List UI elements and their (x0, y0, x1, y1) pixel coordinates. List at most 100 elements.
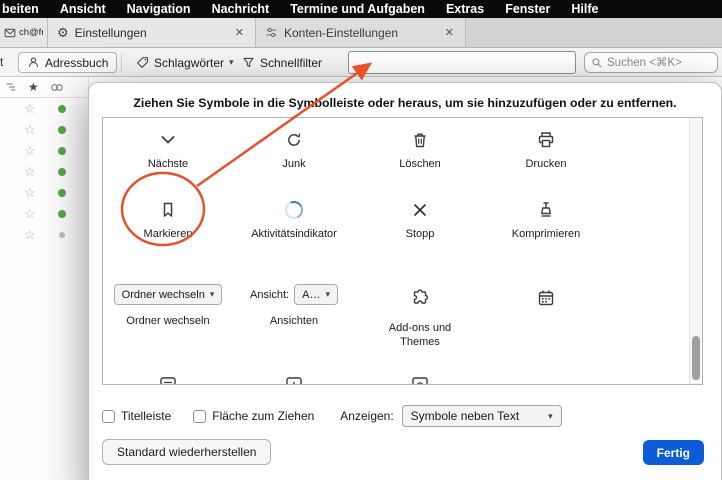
toolbar-item-ordner-wechseln[interactable]: Ordner wechseln ▾ Ordner wechseln (105, 282, 231, 370)
menu-item-bearbeiten[interactable]: beiten (2, 2, 39, 16)
menu-item-extras[interactable]: Extras (446, 2, 484, 16)
clipped-toolbar-button[interactable]: t (0, 55, 9, 69)
menu-item-nachricht[interactable]: Nachricht (212, 2, 270, 16)
menu-item-hilfe[interactable]: Hilfe (571, 2, 598, 16)
star-icon[interactable]: ☆ (24, 123, 36, 136)
scrollbar-thumb[interactable] (692, 336, 700, 380)
tags-dropdown-button[interactable]: Schlagwörter ▾ (136, 52, 234, 73)
toolbar-item-aktivitaetsindikator[interactable]: Aktivitätsindikator (231, 194, 357, 282)
view-select-prefix: Ansicht: (250, 289, 289, 301)
menu-item-navigation[interactable]: Navigation (127, 2, 191, 16)
activity-spinner-icon (285, 196, 303, 224)
calendar-icon (535, 284, 557, 312)
toolbar-item-komprimieren[interactable]: Komprimieren (483, 194, 609, 282)
puzzle-icon (409, 284, 431, 312)
message-row[interactable]: ☆ (0, 140, 88, 161)
toolbar-item-partial-2[interactable] (231, 370, 357, 385)
show-mode-label: Anzeigen: (340, 409, 393, 423)
toolbar-item-ansichten[interactable]: Ansicht: A… ▾ Ansichten (231, 282, 357, 370)
show-mode-select[interactable]: Symbole neben Text ▾ (402, 405, 562, 427)
search-box (584, 52, 718, 73)
card-lines-icon (157, 372, 179, 385)
message-row[interactable]: ☆ (0, 161, 88, 182)
star-icon[interactable]: ☆ (24, 186, 36, 199)
message-row[interactable]: ☆ (0, 119, 88, 140)
titlebar-checkbox-label: Titelleiste (121, 409, 171, 423)
star-icon[interactable]: ☆ (24, 165, 36, 178)
gear-icon: ⚙ (57, 26, 69, 39)
quickfilter-button[interactable]: Schnellfilter (242, 52, 322, 73)
tab-account-settings[interactable]: Konten-Einstellungen ✕ (256, 18, 466, 47)
checkbox-icon[interactable] (102, 410, 115, 423)
account-settings-icon (265, 26, 278, 39)
titlebar-checkbox[interactable]: Titelleiste (102, 409, 171, 423)
restore-defaults-button[interactable]: Standard wiederherstellen (102, 439, 271, 465)
toolbar-item-drucken[interactable]: Drucken (483, 124, 609, 194)
dragspace-checkbox[interactable]: Fläche zum Ziehen (193, 409, 314, 423)
main-toolbar: t Adressbuch Schlagwörter ▾ Schnellfilte… (0, 48, 722, 77)
folder-select[interactable]: Ordner wechseln ▾ (114, 284, 223, 305)
stop-x-icon (409, 196, 431, 224)
message-row[interactable]: ☆ (0, 203, 88, 224)
toolbar-item-naechste[interactable]: Nächste (105, 124, 231, 194)
message-row[interactable]: ☆ (0, 182, 88, 203)
toolbar-item-markieren[interactable]: Markieren (105, 194, 231, 282)
toolbar-item-junk[interactable]: Junk (231, 124, 357, 194)
app-window: beiten Ansicht Navigation Nachricht Term… (0, 0, 722, 480)
tab-mail-account[interactable]: ch@free (0, 18, 48, 47)
message-row[interactable]: ☆ (0, 224, 88, 245)
checkbox-icon[interactable] (193, 410, 206, 423)
customize-toolbar-dialog: Ziehen Sie Symbole in die Symbolleiste o… (88, 82, 722, 480)
person-icon (27, 56, 40, 69)
quickfilter-label: Schnellfilter (260, 56, 322, 70)
chevron-down-icon: ▾ (548, 411, 553, 422)
message-list: ★ ☆ ☆ ☆ ☆ ☆ ☆ ☆ (0, 77, 89, 480)
close-icon[interactable]: ✕ (443, 26, 456, 39)
view-select[interactable]: A… ▾ (294, 284, 338, 305)
addressbook-button[interactable]: Adressbuch (18, 52, 117, 73)
tab-bar: ch@free ⚙ Einstellungen ✕ Konten-Einstel… (0, 18, 722, 48)
dialog-instruction: Ziehen Sie Symbole in die Symbolleiste o… (89, 96, 721, 110)
toolbar-item-label: Junk (282, 157, 305, 171)
card-plus-icon (283, 372, 305, 385)
menu-item-termine[interactable]: Termine und Aufgaben (290, 2, 425, 16)
thread-column-icon[interactable] (5, 81, 17, 93)
menu-item-fenster[interactable]: Fenster (505, 2, 550, 16)
toolbar-item-label: Stopp (406, 227, 435, 241)
trash-icon (409, 126, 431, 154)
attachment-column-icon[interactable] (50, 82, 64, 93)
toolbar-item-partial-1[interactable] (105, 370, 231, 385)
message-row[interactable]: ☆ (0, 98, 88, 119)
show-mode-value: Symbole neben Text (411, 409, 520, 423)
tab-label: ch@free (19, 27, 43, 38)
toolbar-item-stopp[interactable]: Stopp (357, 194, 483, 282)
star-icon[interactable]: ☆ (24, 144, 36, 157)
message-list-header: ★ (0, 77, 88, 98)
dragspace-checkbox-label: Fläche zum Ziehen (212, 409, 314, 423)
star-icon[interactable]: ☆ (24, 228, 36, 241)
tab-label: Konten-Einstellungen (284, 26, 398, 40)
done-button[interactable]: Fertig (643, 440, 704, 465)
unread-dot-icon (58, 210, 66, 218)
tab-label: Einstellungen (75, 26, 147, 40)
star-icon[interactable]: ☆ (24, 102, 36, 115)
toolbar-item-label: Komprimieren (512, 227, 580, 241)
toolbar-separator (121, 53, 122, 72)
toolbar-item-partial-3[interactable] (357, 370, 483, 385)
toolbar-item-kalender[interactable] (483, 282, 609, 370)
chevron-down-icon: ▾ (325, 289, 330, 300)
starred-column-icon[interactable]: ★ (28, 80, 39, 94)
toolbar-item-label: Löschen (399, 157, 441, 171)
close-icon[interactable]: ✕ (233, 26, 246, 39)
menu-item-ansicht[interactable]: Ansicht (60, 2, 106, 16)
chevron-down-icon (157, 126, 179, 154)
tab-settings[interactable]: ⚙ Einstellungen ✕ (48, 18, 256, 47)
search-input[interactable] (607, 57, 711, 69)
printer-icon (535, 126, 557, 154)
toolbar-item-addons[interactable]: Add-ons und Themes (357, 282, 483, 370)
funnel-icon (242, 56, 255, 69)
star-icon[interactable]: ☆ (24, 207, 36, 220)
palette-scrollbar[interactable] (689, 118, 702, 384)
toolbar-item-loeschen[interactable]: Löschen (357, 124, 483, 194)
toolbar-drop-target-field[interactable] (348, 51, 576, 74)
